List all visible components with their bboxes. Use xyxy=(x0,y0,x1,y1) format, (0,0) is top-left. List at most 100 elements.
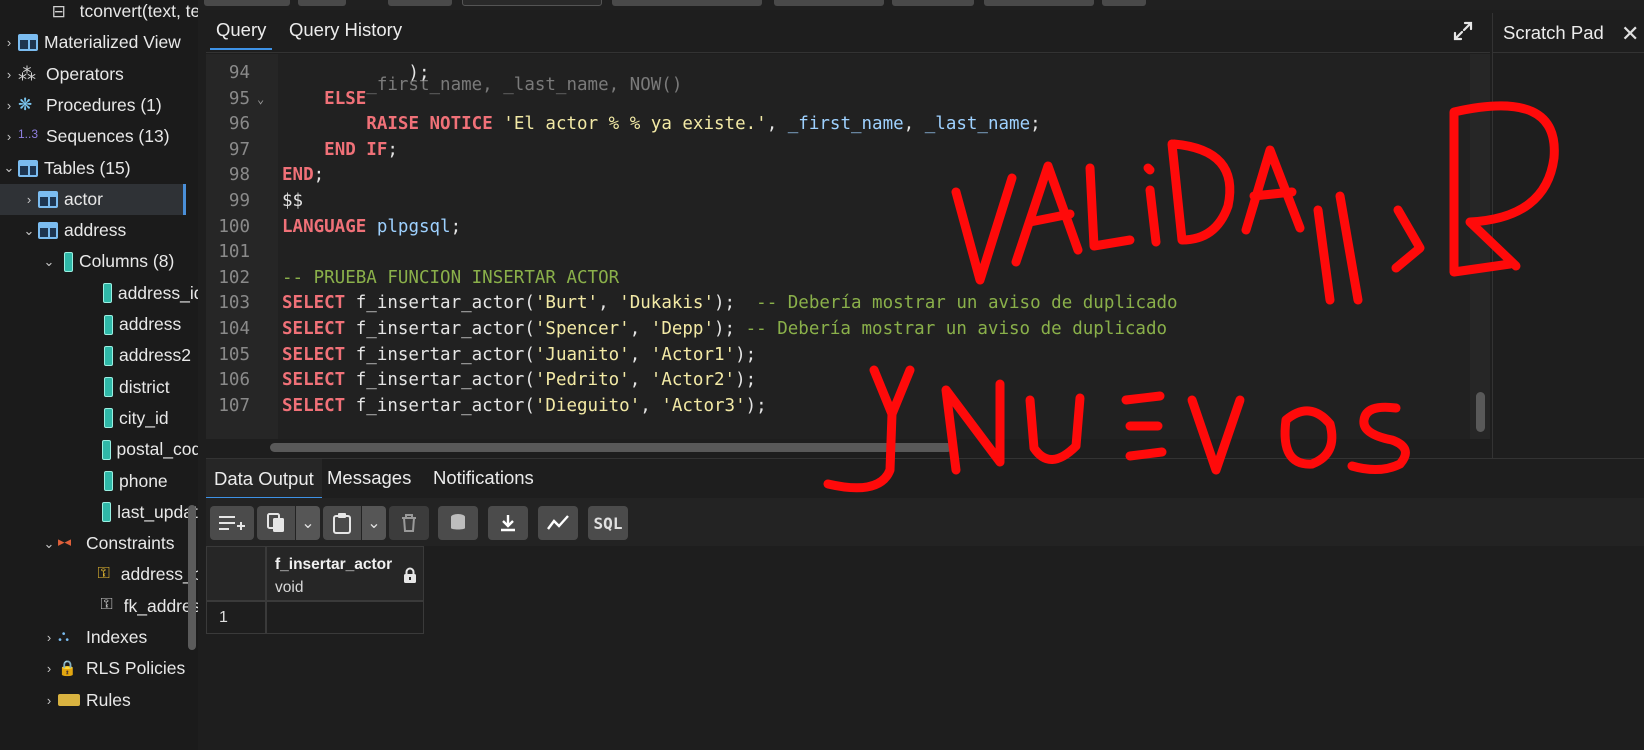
sequences-icon: 1..3 xyxy=(18,126,39,141)
sidebar-item[interactable]: city_id xyxy=(0,403,198,434)
graph-visualiser-button[interactable] xyxy=(538,506,578,540)
chevron-right-icon[interactable]: › xyxy=(0,35,18,50)
tab-query-history[interactable]: Query History xyxy=(289,19,402,41)
editor-vertical-scrollbar[interactable] xyxy=(1476,392,1485,432)
chevron-right-icon[interactable]: › xyxy=(0,67,18,82)
save-data-button[interactable] xyxy=(438,506,478,540)
toolbar-button[interactable] xyxy=(204,0,290,6)
code-line: 101 xyxy=(206,239,1478,265)
copy-icon xyxy=(267,513,284,532)
delete-button[interactable] xyxy=(389,506,429,540)
chevron-right-icon[interactable]: › xyxy=(40,661,58,676)
toolbar-select[interactable] xyxy=(462,0,602,6)
chevron-right-icon[interactable]: › xyxy=(0,129,18,144)
sidebar-item[interactable]: phone xyxy=(0,466,198,497)
close-icon[interactable]: ✕ xyxy=(1621,21,1639,47)
sidebar-item-label: Operators xyxy=(46,63,124,84)
toolbar-button[interactable] xyxy=(298,0,346,6)
result-grid[interactable]: f_insertar_actor void 1 xyxy=(206,546,1644,750)
sidebar-item[interactable]: address xyxy=(0,309,198,340)
sidebar-item[interactable]: › 1..3 Sequences (13) xyxy=(0,121,198,152)
line-number: 97 xyxy=(228,139,250,160)
procedures-icon: ❋ xyxy=(18,95,33,115)
chevron-right-icon[interactable]: › xyxy=(40,630,58,645)
sidebar-item[interactable]: address2 xyxy=(0,340,198,371)
sidebar-item[interactable]: ⌄ ▸◂ Constraints xyxy=(0,528,198,559)
query-tab-bar: Query Query History xyxy=(206,13,1490,53)
toolbar-button[interactable] xyxy=(1102,0,1146,6)
sidebar-scrollbar[interactable] xyxy=(188,505,196,650)
output-tab-bar: Data Output Messages Notifications xyxy=(206,458,1644,499)
sidebar-item-label: Tables (15) xyxy=(44,157,131,178)
sidebar-item[interactable]: ⌄ address xyxy=(0,215,198,246)
sidebar-item[interactable]: last_update xyxy=(0,497,198,528)
chevron-down-icon[interactable]: ⌄ xyxy=(20,223,38,239)
code-line: 102 -- PRUEBA FUNCION INSERTAR ACTOR xyxy=(206,265,1478,291)
chevron-right-icon[interactable]: › xyxy=(0,98,18,113)
sidebar-item[interactable]: › actor xyxy=(0,183,186,215)
chevron-right-icon[interactable]: › xyxy=(40,693,58,708)
sidebar-item[interactable]: ⊟ tconvert(text, te xyxy=(0,0,198,27)
tab-data-output[interactable]: Data Output xyxy=(206,459,322,499)
code-text: SELECT f_insertar_actor('Juanito', 'Acto… xyxy=(282,344,757,365)
sidebar-item[interactable]: ⚿ address_pkey xyxy=(0,559,198,590)
code-line: 95 ⌄ ELSE xyxy=(206,86,1478,112)
column-icon xyxy=(102,283,112,304)
expand-icon[interactable] xyxy=(1452,20,1474,42)
code-line: 106 SELECT f_insertar_actor('Pedrito', 'A… xyxy=(206,367,1478,393)
tab-notifications[interactable]: Notifications xyxy=(433,467,534,489)
fold-chevron-icon[interactable]: ⌄ xyxy=(257,86,264,112)
code-line: 107 SELECT f_insertar_actor('Dieguito', '… xyxy=(206,393,1478,419)
scratch-pad-panel[interactable]: Scratch Pad ✕ xyxy=(1492,13,1644,458)
sidebar-item[interactable]: ⚿ fk_address xyxy=(0,591,198,622)
chevron-down-icon[interactable]: ⌄ xyxy=(40,536,58,552)
paste-options-dropdown[interactable]: ⌄ xyxy=(362,506,386,540)
chevron-down-icon[interactable]: ⌄ xyxy=(0,160,18,176)
editor-horizontal-scrollbar[interactable] xyxy=(270,443,952,452)
sidebar-item-label: Columns (8) xyxy=(79,251,175,272)
copy-button[interactable] xyxy=(257,506,295,540)
tab-messages[interactable]: Messages xyxy=(327,467,411,489)
sidebar-item[interactable]: › ⛬ Indexes xyxy=(0,622,198,653)
sidebar-item[interactable]: › Materialized View xyxy=(0,27,198,58)
rls-policies-icon: 🔒 xyxy=(58,659,77,677)
column-icon xyxy=(104,377,113,398)
sidebar-item[interactable]: › ⁂ Operators xyxy=(0,59,198,90)
line-number: 103 xyxy=(218,293,250,314)
code-line: 100 LANGUAGE plpgsql; xyxy=(206,214,1478,240)
row-number[interactable]: 1 xyxy=(206,601,266,634)
sidebar-item-label: Constraints xyxy=(86,533,175,554)
sidebar-item[interactable]: ⌄ Columns (8) xyxy=(0,246,198,277)
toolbar-button[interactable] xyxy=(774,0,884,6)
copy-options-dropdown[interactable]: ⌄ xyxy=(296,506,320,540)
grid-cell[interactable] xyxy=(266,601,424,634)
chevron-down-icon[interactable]: ⌄ xyxy=(40,254,58,270)
sidebar-item[interactable]: postal_code xyxy=(0,434,198,465)
add-row-button[interactable] xyxy=(210,506,254,540)
sidebar-item[interactable]: › ❋ Procedures (1) xyxy=(0,90,198,121)
sql-editor[interactable]: _first_name, _last_name, NOW() 94 ); 95 ⌄ … xyxy=(206,54,1478,439)
toolbar-button[interactable] xyxy=(612,0,762,6)
toolbar-button[interactable] xyxy=(388,0,452,6)
sidebar-item[interactable]: address_id xyxy=(0,278,198,309)
chevron-down-icon: ⌄ xyxy=(301,515,315,532)
grid-column-header[interactable]: f_insertar_actor void xyxy=(266,546,424,601)
sql-button[interactable]: SQL xyxy=(588,506,628,540)
grid-corner-cell[interactable] xyxy=(206,546,266,601)
sidebar-item[interactable]: › Rules xyxy=(0,685,198,716)
download-button[interactable] xyxy=(488,506,528,540)
sidebar-item[interactable]: ⌄ Tables (15) xyxy=(0,153,198,184)
toolbar-button[interactable] xyxy=(984,0,1094,6)
code-line: 105 SELECT f_insertar_actor('Juanito', 'A… xyxy=(206,342,1478,368)
paste-button[interactable] xyxy=(323,506,361,540)
primary-key-icon: ⚿ xyxy=(97,564,110,582)
sidebar-item[interactable]: district xyxy=(0,372,198,403)
tab-query[interactable]: Query xyxy=(209,19,273,50)
column-icon xyxy=(102,502,112,523)
column-icon xyxy=(104,408,113,429)
code-line: 98 END; xyxy=(206,162,1478,188)
chevron-right-icon[interactable]: › xyxy=(20,192,38,207)
line-number: 102 xyxy=(218,267,250,288)
sidebar-item[interactable]: › 🔒 RLS Policies xyxy=(0,653,198,684)
toolbar-button[interactable] xyxy=(892,0,974,6)
